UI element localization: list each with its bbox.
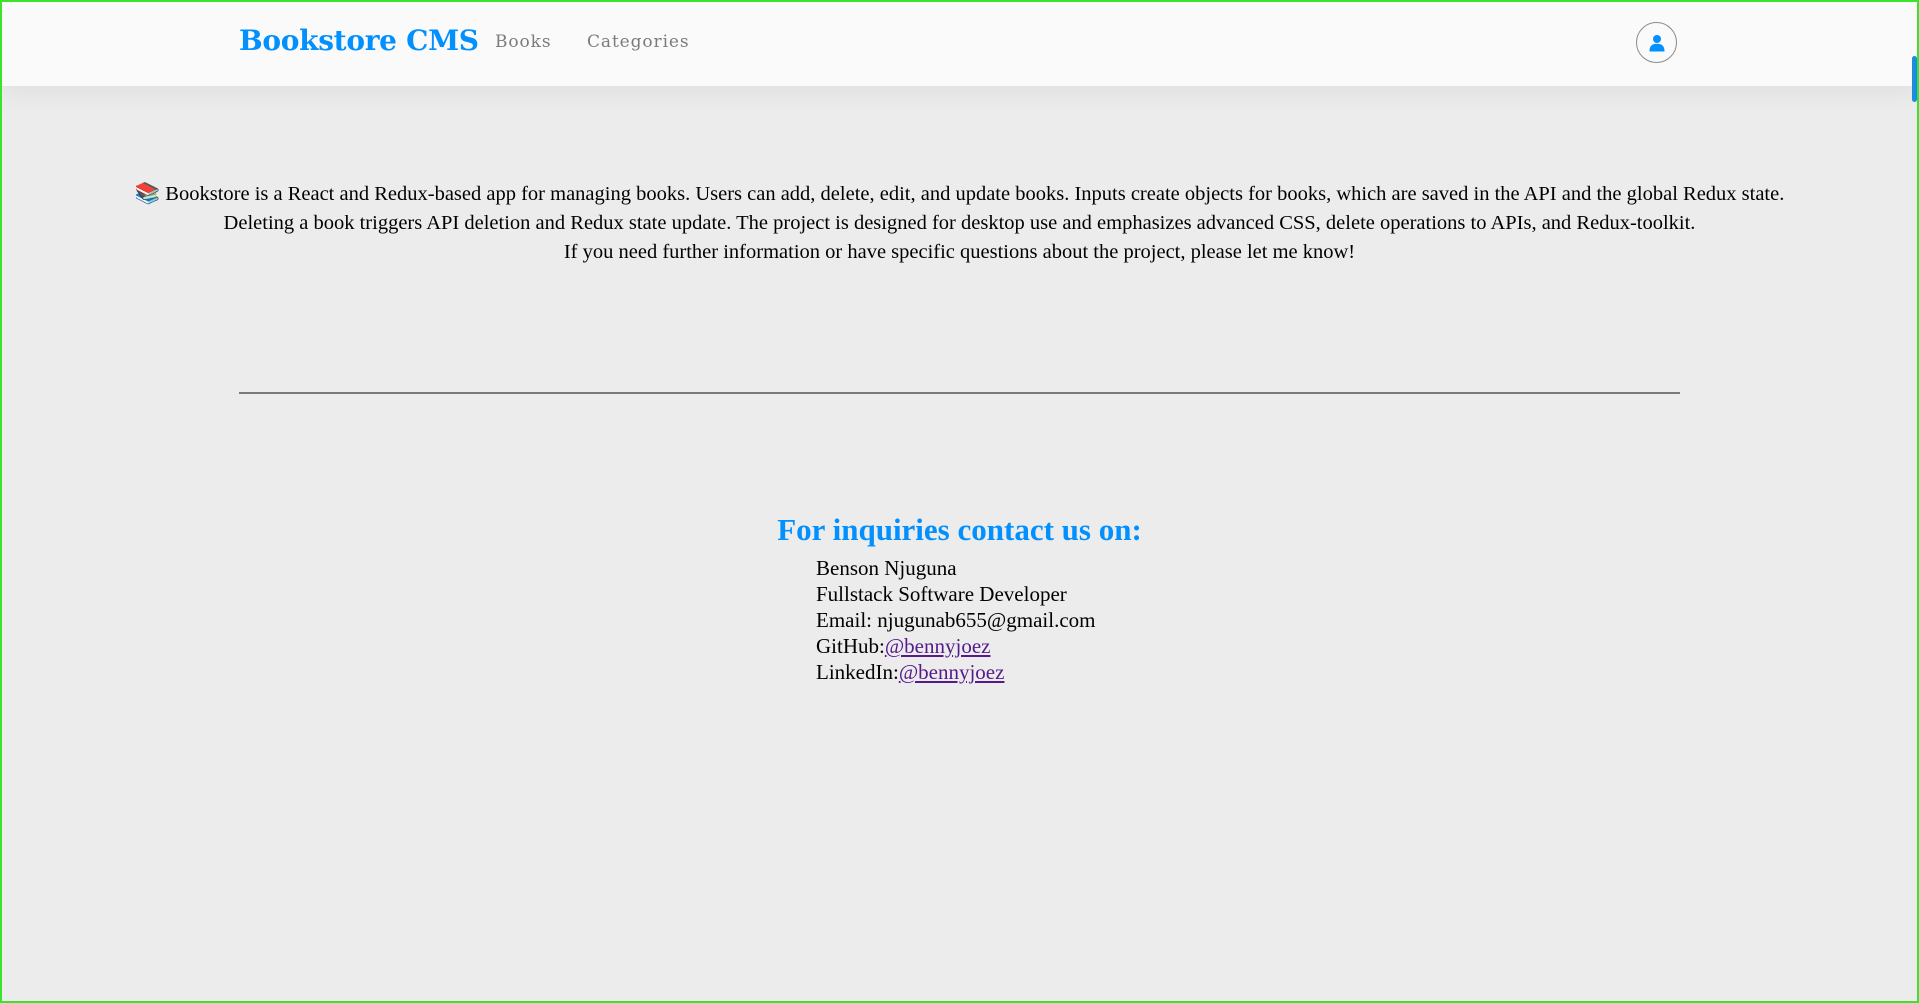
contact-linkedin: LinkedIn:@bennyjoez — [816, 659, 1095, 685]
scrollbar-thumb[interactable] — [1912, 56, 1917, 102]
linkedin-label: LinkedIn: — [816, 660, 899, 684]
github-link[interactable]: @bennyjoez — [885, 634, 991, 658]
email-value: njugunab655@gmail.com — [877, 608, 1096, 632]
contact-email: Email: njugunab655@gmail.com — [816, 607, 1095, 633]
about-line-1: 📚 Bookstore is a React and Redux-based a… — [134, 183, 1785, 205]
nav-link-categories[interactable]: Categories — [587, 32, 690, 52]
github-label: GitHub: — [816, 634, 885, 658]
window-frame — [0, 0, 1919, 1003]
email-label: Email: — [816, 608, 878, 632]
contact-name: Benson Njuguna — [816, 556, 957, 580]
linkedin-link[interactable]: @bennyjoez — [899, 660, 1005, 684]
section-divider — [239, 392, 1680, 394]
contact-details: Benson Njuguna Fullstack Software Develo… — [816, 555, 1095, 685]
contact-github: GitHub:@bennyjoez — [816, 633, 1095, 659]
contact-heading: For inquiries contact us on: — [777, 512, 1142, 547]
about-line-2: Deleting a book triggers API deletion an… — [223, 212, 1696, 234]
brand-logo[interactable]: Bookstore CMS — [239, 24, 479, 57]
about-line-3: If you need further information or have … — [563, 241, 1356, 263]
navbar: Bookstore CMS Books Categories — [0, 0, 1919, 86]
nav-link-books[interactable]: Books — [495, 32, 552, 52]
books-emoji-icon: 📚 — [134, 183, 161, 205]
about-section: 📚 Bookstore is a React and Redux-based a… — [0, 180, 1919, 267]
profile-button[interactable] — [1636, 22, 1677, 63]
user-icon — [1649, 34, 1664, 51]
contact-title: Fullstack Software Developer — [816, 582, 1067, 606]
